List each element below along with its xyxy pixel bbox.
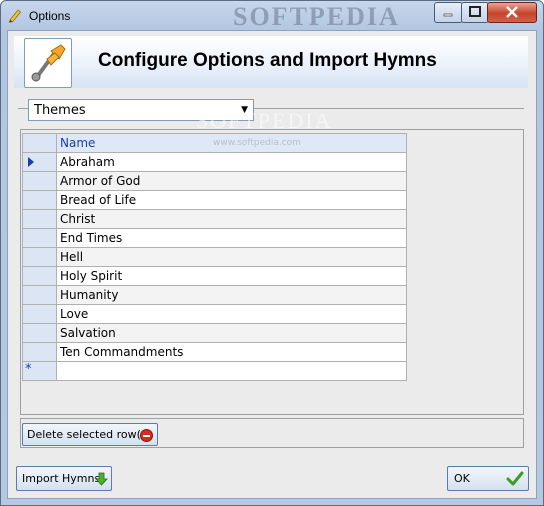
cell-name[interactable]: Christ (56, 209, 407, 229)
delete-rows-button[interactable]: Delete selected row(s) (22, 423, 158, 446)
grid-corner (22, 133, 57, 153)
cell-name[interactable]: Ten Commandments (56, 342, 407, 362)
header-icon-frame (24, 38, 72, 88)
minimize-icon (443, 13, 453, 17)
chevron-down-icon: ▼ (241, 105, 248, 115)
row-header[interactable] (22, 190, 57, 210)
checkmark-icon (506, 471, 524, 486)
close-icon (506, 6, 518, 18)
row-header[interactable]: * (22, 361, 57, 381)
window-title: Options (29, 9, 71, 23)
new-row-icon: * (25, 362, 32, 377)
ok-button[interactable]: OK (447, 466, 529, 491)
maximize-button[interactable] (461, 2, 489, 23)
new-row[interactable]: * (22, 361, 407, 381)
maximize-icon (469, 6, 481, 17)
page-title: Configure Options and Import Hymns (98, 50, 437, 71)
category-select-value: Themes (34, 103, 86, 118)
tools-icon (31, 44, 66, 82)
cell-name[interactable]: Bread of Life (56, 190, 407, 210)
table-row[interactable]: Hell (22, 247, 407, 267)
cell-name[interactable]: Love (56, 304, 407, 324)
delete-icon (140, 429, 153, 442)
cell-name[interactable]: Humanity (56, 285, 407, 305)
table-row[interactable]: Ten Commandments (22, 342, 407, 362)
import-hymns-button[interactable]: Import Hymns (16, 466, 112, 491)
table-row[interactable]: Holy Spirit (22, 266, 407, 286)
watermark: SOFTPEDIA (233, 2, 400, 31)
row-header[interactable] (22, 171, 57, 191)
table-row[interactable]: End Times (22, 228, 407, 248)
row-header[interactable] (22, 228, 57, 248)
pencil-icon (9, 9, 22, 23)
row-header[interactable] (22, 266, 57, 286)
row-header[interactable] (22, 152, 57, 172)
table-row[interactable]: Humanity (22, 285, 407, 305)
delete-rows-label: Delete selected row(s) (27, 428, 151, 441)
table-row[interactable]: Armor of God (22, 171, 407, 191)
row-header[interactable] (22, 323, 57, 343)
download-arrow-icon (95, 472, 108, 486)
cell-name[interactable]: Salvation (56, 323, 407, 343)
cell-name[interactable]: End Times (56, 228, 407, 248)
table-row[interactable]: Bread of Life (22, 190, 407, 210)
table-row[interactable]: Love (22, 304, 407, 324)
row-header[interactable] (22, 304, 57, 324)
cell-name[interactable]: Abraham (56, 152, 407, 172)
close-button[interactable] (487, 2, 537, 23)
row-header[interactable] (22, 209, 57, 229)
cell-name[interactable]: Holy Spirit (56, 266, 407, 286)
row-header[interactable] (22, 342, 57, 362)
table-row[interactable]: Salvation (22, 323, 407, 343)
minimize-button[interactable] (434, 2, 463, 23)
cell-name-new[interactable] (56, 361, 407, 381)
table-row[interactable]: Abraham (22, 152, 407, 172)
ok-label: OK (454, 472, 470, 485)
table-row[interactable]: Christ (22, 209, 407, 229)
themes-grid: Name Abraham Armor of God Bread of Life … (22, 133, 407, 381)
row-header[interactable] (22, 285, 57, 305)
category-select[interactable]: Themes ▼ (28, 99, 254, 121)
cell-name[interactable]: Armor of God (56, 171, 407, 191)
column-header-name[interactable]: Name (56, 133, 407, 153)
cell-name[interactable]: Hell (56, 247, 407, 267)
title-bar[interactable]: Options SOFTPEDIA (1, 1, 543, 31)
current-row-icon (28, 157, 34, 167)
row-header[interactable] (22, 247, 57, 267)
import-hymns-label: Import Hymns (22, 472, 101, 485)
